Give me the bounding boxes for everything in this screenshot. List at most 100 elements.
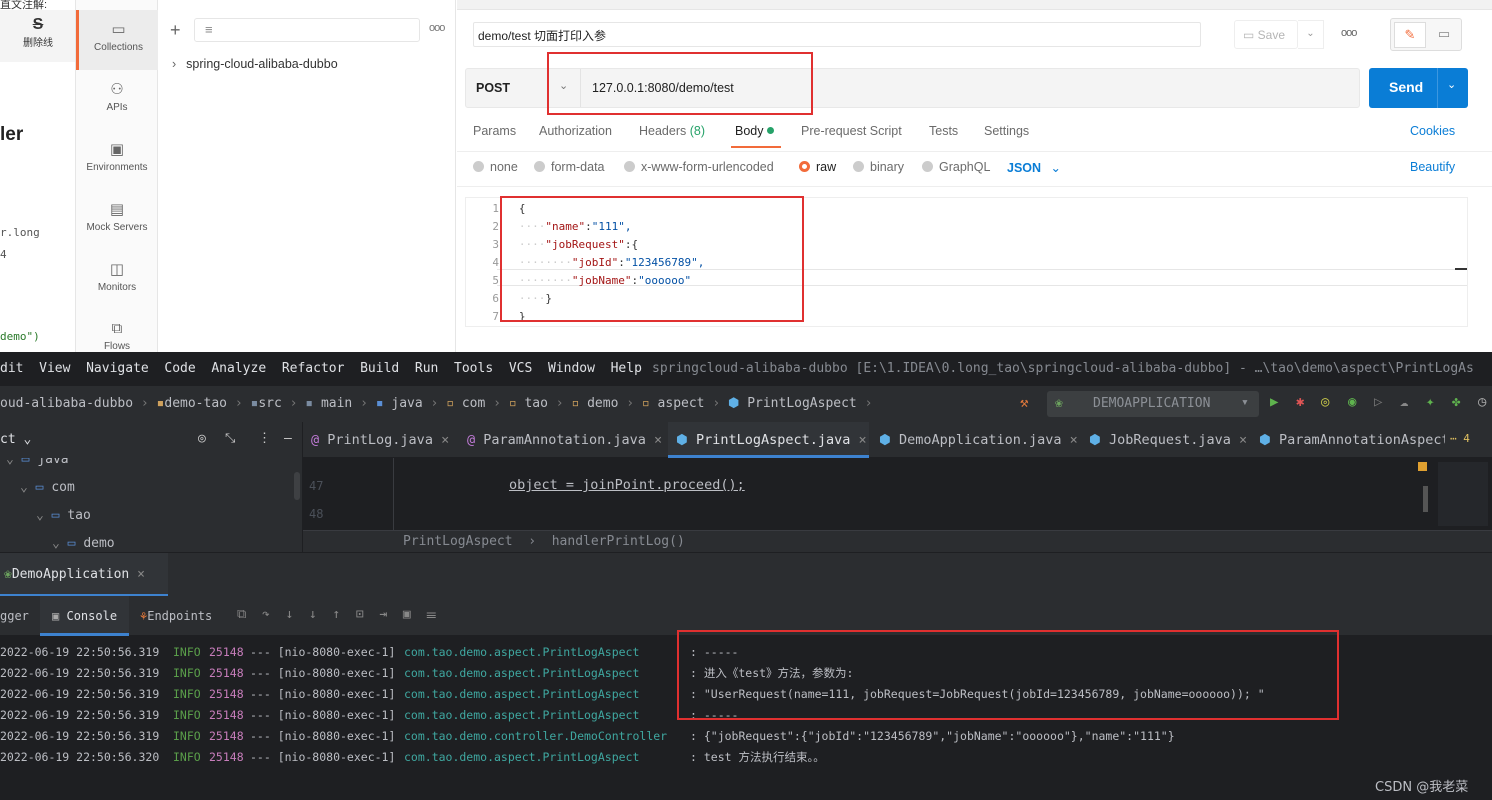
send-chevron-down-icon[interactable]: ⌄ (1447, 78, 1456, 91)
menu-analyze[interactable]: Analyze (211, 361, 266, 376)
menu-edit[interactable]: dit (0, 361, 23, 376)
sidebar-item-monitors[interactable]: ◫ Monitors (76, 250, 158, 310)
collections-filter-input[interactable]: ≡ (194, 18, 420, 42)
force-step-into-icon[interactable]: ↓ (309, 607, 317, 622)
method-select[interactable]: POST (476, 81, 510, 95)
code-crumb-method[interactable]: handlerPrintLog() (552, 534, 685, 549)
save-button[interactable]: ▭ Save (1234, 20, 1298, 49)
save-dropdown-chevron-icon[interactable]: ⌄ (1298, 20, 1324, 49)
coverage-icon[interactable]: ◎ (1321, 394, 1329, 410)
close-icon[interactable]: × (654, 432, 662, 448)
evaluate-icon[interactable]: ▣ (403, 607, 411, 622)
code-editor[interactable]: 47 48 object = joinPoint.proceed(); Prin… (303, 458, 1492, 552)
close-icon[interactable]: × (859, 432, 867, 448)
tree-node-demo[interactable]: ⌄ ▭ demo (52, 536, 115, 551)
step-into-icon[interactable]: ↓ (285, 607, 293, 622)
strikethrough-button[interactable]: S 删除线 (0, 10, 75, 62)
editor-scrollbar[interactable] (1423, 486, 1428, 512)
menu-run[interactable]: Run (415, 361, 438, 376)
code-crumb-class[interactable]: PrintLogAspect (403, 534, 513, 549)
deploy-icon[interactable]: ✦ (1426, 394, 1434, 410)
more-tabs-button[interactable]: ⋯ 4 (1450, 432, 1470, 445)
crumb-demo[interactable]: demo (587, 396, 618, 411)
tab-authorization[interactable]: Authorization (539, 124, 612, 138)
body-type-raw[interactable]: raw (799, 160, 836, 174)
menu-refactor[interactable]: Refactor (282, 361, 345, 376)
crumb-main[interactable]: main (321, 396, 352, 411)
crumb-aspect[interactable]: aspect (658, 396, 705, 411)
request-name-field[interactable]: demo/test 切面打印入参 (473, 22, 1201, 47)
editor-tab[interactable]: ⬢ ParamAnnotationAspect (1259, 432, 1445, 448)
editor-tab-active[interactable]: ⬢ PrintLogAspect.java × (668, 422, 869, 458)
debug-icon[interactable]: ✱ (1296, 394, 1304, 410)
menu-navigate[interactable]: Navigate (86, 361, 149, 376)
close-icon[interactable]: × (1239, 432, 1247, 448)
tab-params[interactable]: Params (473, 124, 516, 138)
run-icon[interactable]: ▶ (1270, 394, 1278, 410)
menu-code[interactable]: Code (164, 361, 195, 376)
crumb-class[interactable]: PrintLogAspect (747, 396, 857, 411)
tree-node-tao[interactable]: ⌄ ▭ tao (36, 508, 91, 523)
run-tab-active[interactable]: ❀DemoApplication × (0, 553, 168, 597)
step-over-icon[interactable]: ↷ (262, 607, 270, 622)
crumb-java[interactable]: java (391, 396, 422, 411)
step-out-icon[interactable]: ↑ (332, 607, 340, 622)
locate-icon[interactable]: ◎ (198, 431, 206, 446)
editor-tab[interactable]: @ PrintLog.java × (311, 432, 449, 448)
rerun-icon[interactable]: ▷ (1374, 394, 1382, 410)
body-type-none[interactable]: none (473, 160, 518, 174)
hotswap-icon[interactable]: ✤ (1452, 394, 1460, 410)
editor-tab[interactable]: ⬢ JobRequest.java × (1089, 432, 1247, 448)
tab-debugger[interactable]: gger (0, 609, 29, 623)
tree-scrollbar[interactable] (294, 472, 300, 500)
collapse-icon[interactable]: ⤡ (225, 431, 235, 446)
format-select[interactable]: JSON ⌄ (1007, 160, 1061, 175)
sidebar-item-apis[interactable]: ⚇ APIs (76, 70, 158, 130)
sidebar-item-mock-servers[interactable]: ▤ Mock Servers (76, 190, 158, 250)
comments-icon[interactable]: ▭ (1429, 22, 1459, 48)
menu-vcs[interactable]: VCS (509, 361, 532, 376)
body-type-binary[interactable]: binary (853, 160, 904, 174)
options-icon[interactable]: ⋮ (258, 431, 271, 446)
editor-minimap[interactable] (1438, 462, 1488, 526)
tab-headers[interactable]: Headers (8) (639, 124, 705, 138)
run-config-select[interactable]: ❀ DEMOAPPLICATION ▾ (1047, 391, 1259, 417)
crumb-tao[interactable]: tao (524, 396, 547, 411)
build-hammer-icon[interactable]: ⚒ (1020, 395, 1028, 411)
crumb-module[interactable]: demo-tao (164, 396, 227, 411)
body-type-graphql[interactable]: GraphQL (922, 160, 990, 174)
profiler-icon[interactable]: ◉ (1348, 394, 1356, 410)
cookies-link[interactable]: Cookies (1410, 124, 1455, 138)
close-icon[interactable]: × (137, 567, 145, 582)
trace-icon[interactable]: ☰ (426, 607, 436, 622)
tree-node-com[interactable]: ⌄ ▭ com (20, 480, 75, 495)
plugin-icon[interactable]: ☁ (1400, 394, 1408, 410)
crumb-com[interactable]: com (462, 396, 485, 411)
menu-help[interactable]: Help (611, 361, 642, 376)
new-collection-plus-icon[interactable]: + (170, 20, 181, 41)
close-icon[interactable]: × (1070, 432, 1078, 448)
edit-pencil-icon[interactable]: ✎ (1394, 22, 1426, 48)
tab-body[interactable]: Body (735, 124, 774, 138)
tab-console[interactable]: ▣ Console (40, 596, 129, 636)
menu-view[interactable]: View (39, 361, 70, 376)
menu-window[interactable]: Window (548, 361, 595, 376)
body-type-urlencoded[interactable]: x-www-form-urlencoded (624, 160, 774, 174)
editor-tab[interactable]: @ ParamAnnotation.java × (467, 432, 662, 448)
beautify-link[interactable]: Beautify (1410, 160, 1455, 174)
menu-build[interactable]: Build (360, 361, 399, 376)
tab-pre-request-script[interactable]: Pre-request Script (801, 124, 902, 138)
sidebar-item-collections[interactable]: ▭ Collections (76, 10, 158, 70)
tab-tests[interactable]: Tests (929, 124, 958, 138)
tab-endpoints[interactable]: ⚘Endpoints (140, 609, 212, 623)
run-to-cursor-icon[interactable]: ⇥ (379, 607, 387, 622)
menu-tools[interactable]: Tools (454, 361, 493, 376)
send-button[interactable]: Send ⌄ (1369, 68, 1468, 108)
inspection-warning-icon[interactable] (1418, 462, 1427, 471)
drop-frame-icon[interactable]: ⊡ (356, 607, 364, 622)
restore-layout-icon[interactable]: ⧉ (237, 607, 246, 622)
body-type-form-data[interactable]: form-data (534, 160, 605, 174)
tree-node-java[interactable]: ⌄ ▭ java (6, 458, 69, 467)
project-view-select[interactable]: ct ⌄ (0, 432, 31, 447)
sidebar-item-environments[interactable]: ▣ Environments (76, 130, 158, 190)
